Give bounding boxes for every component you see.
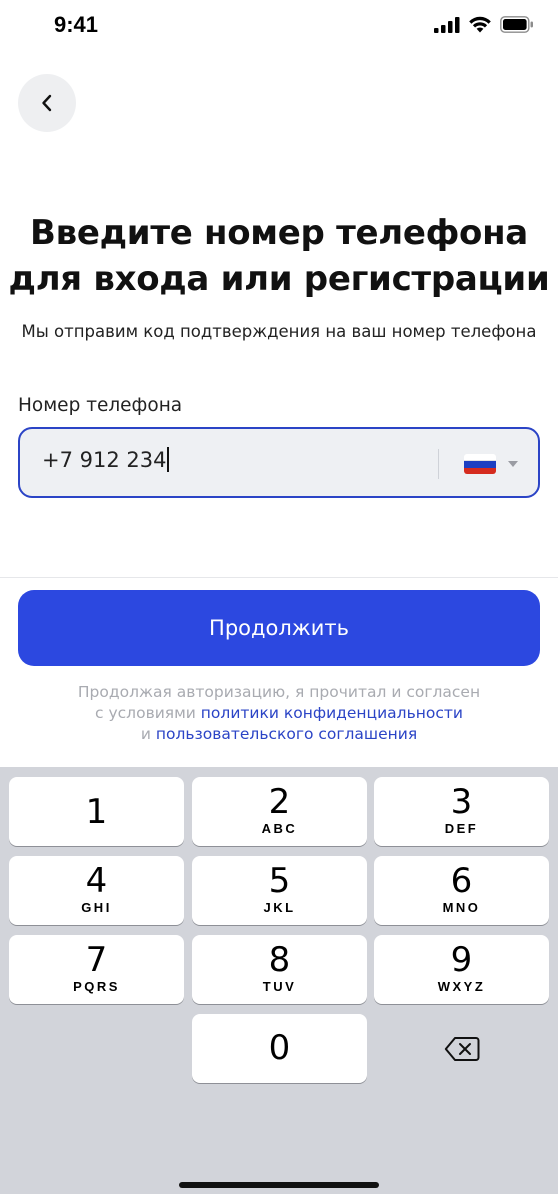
key-digit: 4 [85,861,108,901]
legal-line-3-prefix: и [140,725,156,743]
privacy-policy-link[interactable]: политики конфиденциальности [201,704,463,722]
russia-flag-icon [464,454,496,474]
key-letters: DEF [444,821,479,836]
key-digit: 0 [268,1028,291,1068]
legal-line-2-prefix: с условиями [95,704,201,722]
chevron-down-icon [508,461,518,467]
page-title-line-1: Введите номер телефона [30,213,528,253]
status-time: 9:41 [54,12,99,37]
section-divider [0,577,558,578]
key-8[interactable]: 8 TUV [192,935,367,1004]
key-letters: WXYZ [437,979,486,994]
key-letters: ABC [261,821,298,836]
key-letters: MNO [442,900,481,915]
key-digit: 7 [85,940,108,980]
key-letters: JKL [263,900,296,915]
continue-button-label: Продолжить [209,616,349,640]
chevron-left-icon [42,94,52,112]
status-bar: 9:41 [0,0,558,52]
battery-icon [500,16,533,33]
home-indicator [179,1182,379,1188]
status-icons [434,16,534,33]
phone-input-value: +7 912 234 [42,448,167,472]
wifi-icon [469,16,491,33]
key-5[interactable]: 5 JKL [192,856,367,925]
legal-line-3: и пользовательского соглашения [0,724,558,745]
key-3[interactable]: 3 DEF [374,777,549,846]
key-digit: 1 [85,792,108,832]
legal-line-2: с условиями политики конфиденциальности [0,703,558,724]
page-subtitle: Мы отправим код подтверждения на ваш ном… [21,322,537,341]
user-agreement-link[interactable]: пользовательского соглашения [156,725,417,743]
legal-notice: Продолжая авторизацию, я прочитал и согл… [0,682,558,745]
phone-input[interactable]: +7 912 234 [42,447,170,472]
numeric-keyboard: 1 2 ABC 3 DEF 4 GHI 5 JKL 6 MNO 7 PQRS 8… [0,767,558,1194]
phone-field-label: Номер телефона [18,395,183,416]
key-digit: 6 [450,861,473,901]
key-letters: TUV [262,979,297,994]
key-digit: 3 [450,782,473,822]
key-2[interactable]: 2 ABC [192,777,367,846]
back-button[interactable] [18,74,76,132]
key-4[interactable]: 4 GHI [9,856,184,925]
delete-key[interactable] [374,1014,549,1083]
key-0[interactable]: 0 [192,1014,367,1083]
key-digit: 2 [268,782,291,822]
key-digit: 9 [450,940,473,980]
key-6[interactable]: 6 MNO [374,856,549,925]
key-9[interactable]: 9 WXYZ [374,935,549,1004]
key-7[interactable]: 7 PQRS [9,935,184,1004]
cellular-signal-icon [434,16,460,33]
key-digit: 5 [268,861,291,901]
key-digit: 8 [268,940,291,980]
continue-button[interactable]: Продолжить [18,590,540,666]
backspace-icon [444,1036,479,1061]
key-letters: GHI [81,900,112,915]
text-caret [167,447,170,472]
phone-field[interactable]: +7 912 234 [18,427,540,498]
page-title-line-2: для входа или регистрации [8,259,550,299]
key-1[interactable]: 1 [9,777,184,846]
country-code-select[interactable] [464,451,524,477]
page-title: Введите номер телефона для входа или рег… [0,210,558,302]
legal-line-1: Продолжая авторизацию, я прочитал и согл… [77,683,481,701]
field-divider [438,449,439,479]
key-letters: PQRS [73,979,120,994]
